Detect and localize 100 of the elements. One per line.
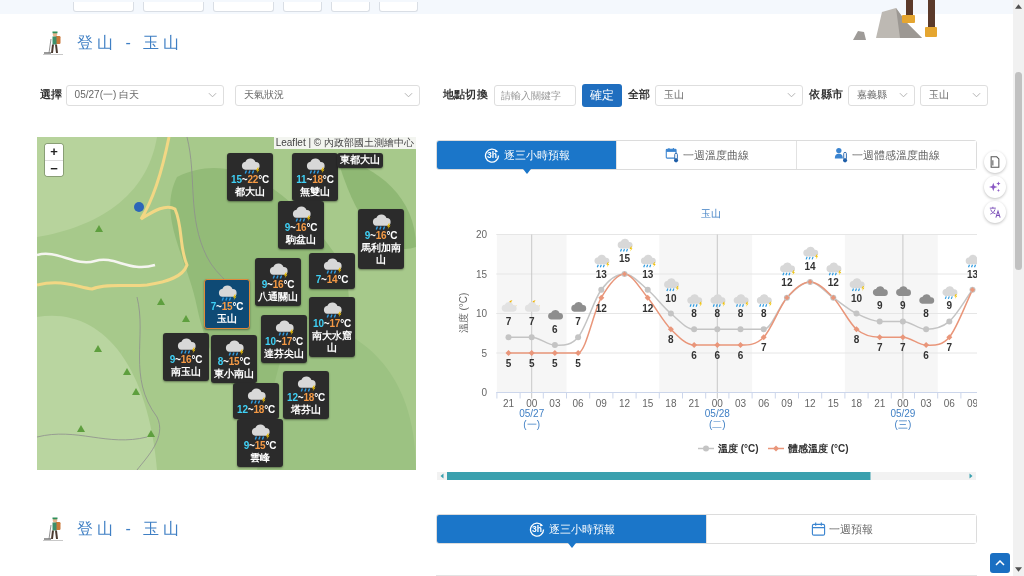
x-tick-label: 00 — [526, 397, 538, 409]
x-tick-label: 03 — [549, 397, 561, 409]
peak-name: 馬利加南山 — [360, 242, 402, 266]
x-tick-label: 15 — [642, 397, 654, 409]
page-title: 登山 - 玉山 — [77, 32, 184, 53]
data-label: 8 — [668, 334, 674, 346]
x-tick-label: 09 — [595, 397, 607, 409]
x-tick-label: 15 — [827, 397, 839, 409]
x-tick-label: 12 — [804, 397, 816, 409]
x-tick-label: 03 — [734, 397, 747, 409]
filter-label: 選擇 — [40, 88, 63, 102]
temperature-range: 11~18°C — [296, 174, 334, 186]
data-label: 8 — [691, 308, 697, 320]
data-label: 7 — [900, 342, 906, 354]
data-label: 8 — [923, 308, 929, 320]
data-label: 13 — [595, 268, 607, 280]
data-label: 12 — [827, 276, 839, 288]
data-label: 9 — [876, 300, 883, 312]
peak-name: 東小南山 — [214, 368, 254, 380]
peak-name: 達芬尖山 — [264, 348, 304, 360]
filter-label: 全部 — [627, 88, 651, 102]
temperature-range: 7~15°C — [210, 301, 244, 313]
x-tick-label: 09 — [966, 397, 977, 409]
x-tick-label: 06 — [758, 397, 770, 409]
x-tick-label: 21 — [874, 397, 886, 409]
temperature-range: 9~16°C — [169, 354, 203, 366]
x-tick-label: 00 — [897, 397, 909, 409]
data-label: 7 — [946, 342, 953, 354]
x-tick-label: 21 — [688, 397, 700, 409]
data-label: 12 — [781, 276, 793, 288]
peak-name: 南大水窟山 — [311, 330, 353, 354]
peak-name: 塔芬山 — [291, 404, 321, 416]
axis-title: 溫度 (°C) — [458, 292, 469, 334]
peak-name: 都大山 — [235, 186, 265, 198]
section-title: 登山 - 玉山 — [77, 518, 184, 539]
data-label: 10 — [665, 292, 677, 304]
map-attribution: Leaflet | © 內政部國土測繪中心 — [273, 137, 416, 149]
data-label: 9 — [946, 300, 953, 312]
data-label: 9 — [900, 300, 906, 312]
data-label: 12 — [642, 302, 654, 314]
peak-name: 八通關山 — [258, 291, 298, 303]
y-tick-label: 15 — [475, 268, 487, 280]
temperature-range: 7~14°C — [315, 274, 349, 286]
temperature-range: 15~22°C — [231, 174, 269, 186]
temperature-range: 12~18°C — [287, 392, 325, 404]
temperature-range: 10~17°C — [265, 336, 303, 348]
data-label: 7 — [760, 342, 767, 354]
peak-name: 駒盆山 — [286, 234, 316, 246]
y-tick-label: 20 — [475, 229, 487, 240]
chart-title: 玉山 — [701, 208, 721, 219]
data-label: 15 — [618, 253, 631, 264]
data-label: 13 — [966, 268, 977, 280]
data-label: 5 — [575, 358, 581, 369]
data-label: 10 — [850, 292, 863, 304]
x-tick-label: 18 — [665, 397, 677, 409]
weekday-label: (三) — [894, 419, 912, 430]
x-tick-label: 18 — [850, 397, 863, 409]
temperature-range: 10~17°C — [313, 318, 351, 330]
data-label: 8 — [714, 308, 721, 320]
temperature-range: 12~18°C — [237, 404, 275, 416]
x-tick-label: 03 — [920, 397, 932, 409]
filter-label: 依縣市 — [809, 88, 844, 102]
y-tick-label: 0 — [481, 387, 487, 398]
x-tick-label: 06 — [943, 397, 955, 409]
data-label: 12 — [595, 302, 607, 314]
data-label: 14 — [804, 260, 816, 272]
data-label: 8 — [760, 308, 767, 320]
data-label: 7 — [876, 342, 883, 354]
data-label: 6 — [923, 350, 929, 362]
data-label: 7 — [575, 316, 581, 328]
peak-name: 玉山 — [217, 313, 237, 325]
data-label: 6 — [691, 350, 697, 362]
date-label: 05/29 — [890, 407, 916, 419]
temperature-range: 9~15°C — [243, 440, 277, 452]
data-label: 13 — [642, 268, 654, 280]
data-label: 5 — [505, 358, 512, 369]
data-label: 7 — [505, 316, 512, 328]
data-label: 7 — [528, 316, 535, 328]
weekday-label: (一) — [523, 419, 541, 430]
x-tick-label: 06 — [572, 397, 584, 409]
x-tick-label: 00 — [711, 397, 723, 409]
date-label: 05/28 — [704, 407, 730, 419]
weekday-label: (二) — [708, 419, 726, 430]
date-label: 05/27 — [519, 407, 545, 419]
y-tick-label: 10 — [475, 308, 487, 319]
x-tick-label: 21 — [502, 397, 515, 409]
temperature-range: 9~16°C — [284, 222, 318, 234]
temperature-range: 9~16°C — [261, 279, 295, 291]
y-tick-label: 5 — [481, 347, 487, 359]
temperature-range: 8~15°C — [217, 356, 251, 368]
filter-label: 地點切換 — [442, 88, 488, 102]
peak-name: 無雙山 — [300, 186, 330, 198]
data-label: 8 — [853, 334, 860, 346]
data-label: 6 — [714, 350, 721, 362]
data-label: 8 — [737, 308, 744, 320]
temperature-range: 9~16°C — [364, 230, 398, 242]
data-label: 5 — [552, 358, 558, 369]
peak-name: 南玉山 — [171, 366, 201, 378]
peak-name: 雲峰 — [250, 452, 270, 464]
data-label: 6 — [737, 350, 744, 362]
